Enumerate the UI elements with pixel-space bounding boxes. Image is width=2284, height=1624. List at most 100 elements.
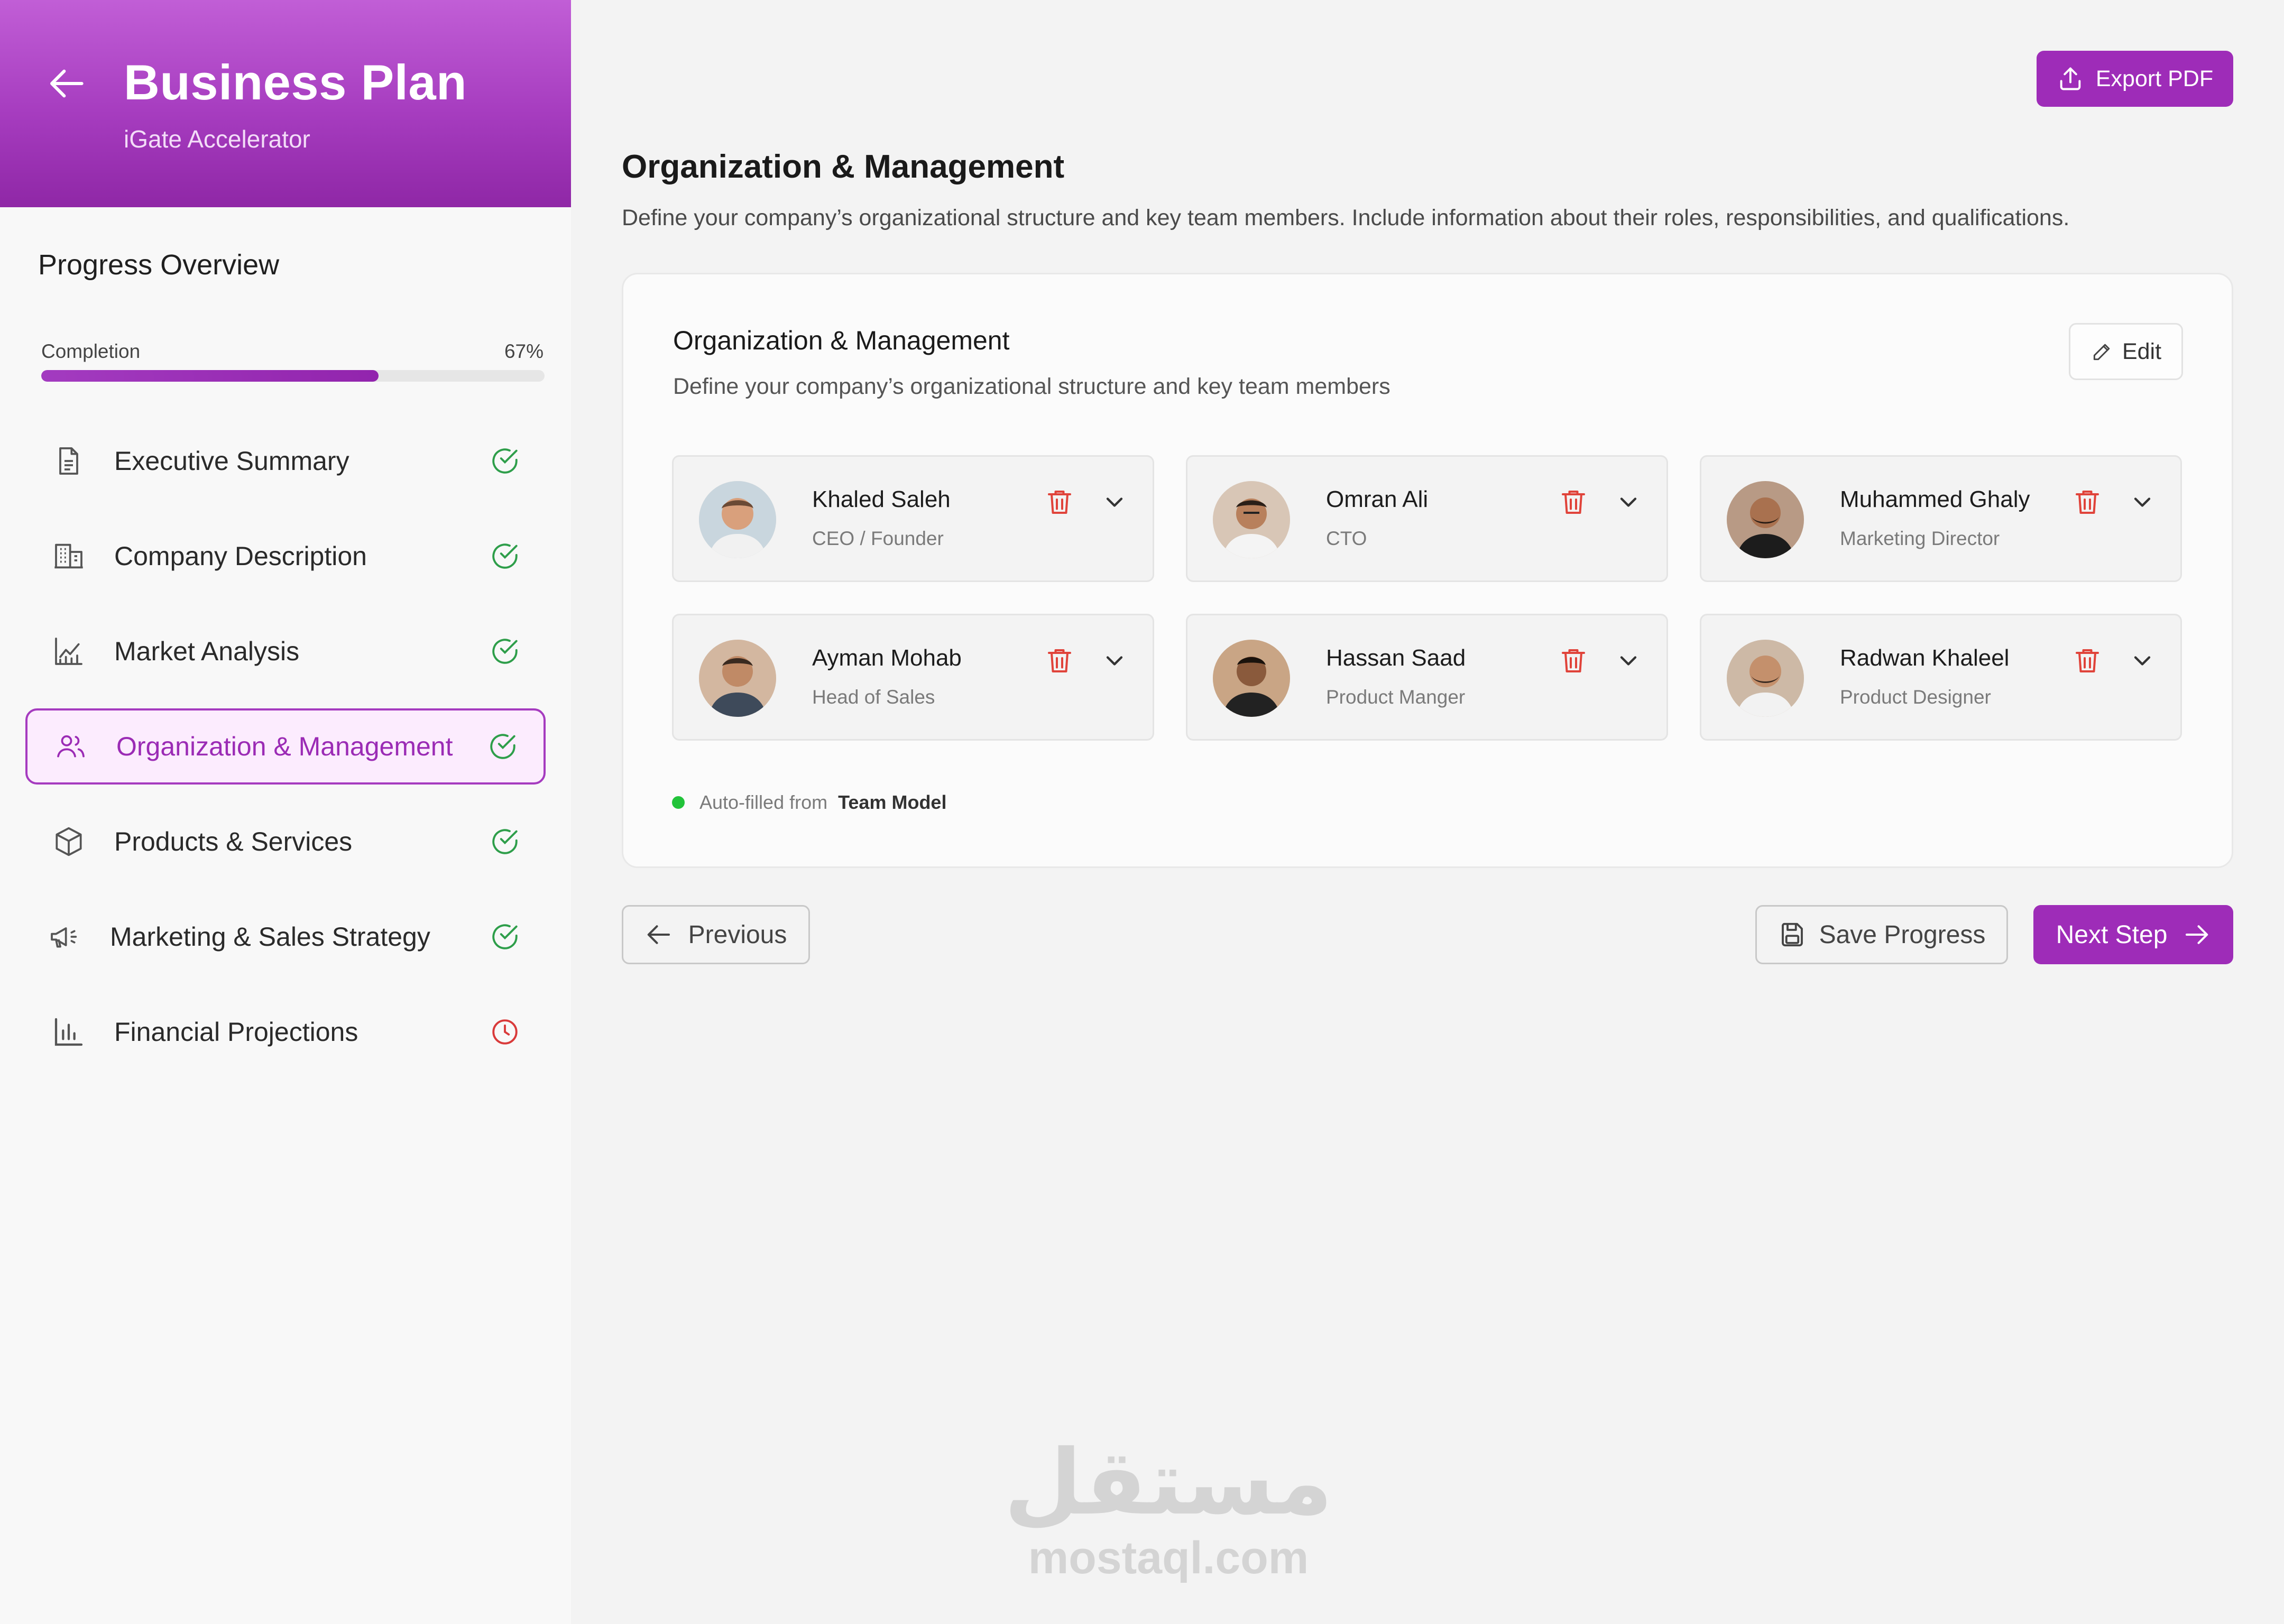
member-name: Hassan Saad (1326, 645, 1466, 671)
arrow-right-icon (2186, 925, 2208, 944)
organization-card: Organization & Management Define your co… (622, 273, 2233, 868)
completion-progress-fill (41, 370, 379, 382)
chevron-down-icon[interactable] (1615, 647, 1642, 675)
member-role: CTO (1326, 528, 1367, 549)
check-circle-icon (490, 734, 515, 759)
arrow-left-icon (647, 925, 670, 944)
avatar-photo-icon (1727, 640, 1804, 717)
sidebar-item-label: Products & Services (114, 827, 353, 856)
save-progress-label: Save Progress (1819, 920, 1986, 949)
chart-trend-icon (55, 638, 82, 665)
auto-filled-note: Auto-filled from Team Model (672, 791, 946, 814)
chevron-down-icon[interactable] (2129, 488, 2156, 516)
building-icon (54, 543, 83, 569)
team-member-card[interactable]: Ayman Mohab Head of Sales (672, 614, 1154, 741)
watermark: مستقل mostaql.com (983, 1438, 1353, 1607)
megaphone-icon (51, 927, 77, 948)
clock-icon (492, 1019, 518, 1045)
trash-icon[interactable] (1558, 485, 1589, 519)
status-dot (672, 796, 685, 809)
trash-icon[interactable] (1044, 485, 1075, 519)
avatar-photo-icon (1213, 481, 1290, 558)
pencil-icon (2093, 344, 2110, 361)
sidebar-item-label: Financial Projections (114, 1017, 358, 1047)
bar-chart-icon (54, 1018, 83, 1046)
team-member-card[interactable]: Hassan Saad Product Manger (1186, 614, 1668, 741)
next-step-label: Next Step (2056, 920, 2168, 949)
completion-progress-bar (41, 370, 545, 382)
page-title: Organization & Management (622, 149, 1065, 185)
member-name: Ayman Mohab (812, 645, 962, 671)
member-role: Product Designer (1840, 686, 1991, 708)
avatar (1727, 640, 1804, 717)
export-pdf-label: Export PDF (2095, 66, 2214, 91)
box-icon (56, 827, 82, 856)
sidebar-item-executive-summary[interactable]: Executive Summary (25, 423, 546, 499)
sidebar-item-label: Company Description (114, 541, 367, 571)
edit-button[interactable]: Edit (2069, 323, 2183, 380)
check-circle-icon (492, 829, 518, 854)
edit-label: Edit (2122, 338, 2162, 364)
team-member-card[interactable]: Omran Ali CTO (1186, 455, 1668, 582)
back-arrow-icon[interactable] (47, 62, 89, 105)
trash-icon[interactable] (1044, 644, 1075, 678)
sidebar-header: Business Plan iGate Accelerator (0, 0, 571, 207)
avatar (699, 640, 776, 717)
trash-icon[interactable] (2071, 485, 2103, 519)
sidebar-item-market-analysis[interactable]: Market Analysis (25, 613, 546, 689)
trash-icon[interactable] (1558, 644, 1589, 678)
member-name: Omran Ali (1326, 486, 1429, 512)
sidebar-item-label: Market Analysis (114, 636, 300, 666)
member-name: Muhammed Ghaly (1840, 486, 2030, 512)
export-pdf-button[interactable]: Export PDF (2037, 51, 2233, 107)
sidebar-item-organization-management[interactable]: Organization & Management (25, 708, 546, 785)
card-title: Organization & Management (673, 326, 1010, 355)
trash-icon[interactable] (2071, 644, 2103, 678)
section-nav: Executive Summary Company Description Ma… (25, 423, 546, 1089)
chevron-down-icon[interactable] (2129, 647, 2156, 675)
member-role: Head of Sales (812, 686, 935, 708)
upload-icon (2060, 67, 2081, 90)
member-name: Radwan Khaleel (1840, 645, 2010, 671)
member-role: CEO / Founder (812, 528, 944, 549)
avatar-photo-icon (699, 481, 776, 558)
page-description: Define your company’s organizational str… (622, 205, 2070, 230)
avatar (1213, 481, 1290, 558)
check-circle-icon (492, 448, 518, 474)
users-icon (57, 735, 85, 758)
watermark-arabic: مستقل (1004, 1431, 1333, 1535)
sidebar-item-financial-projections[interactable]: Financial Projections (25, 994, 546, 1070)
sidebar-item-products-services[interactable]: Products & Services (25, 804, 546, 880)
avatar-photo-icon (1213, 640, 1290, 717)
sidebar: Business Plan iGate Accelerator Progress… (0, 0, 571, 1624)
avatar (699, 481, 776, 558)
avatar (1213, 640, 1290, 717)
app-title: Business Plan (124, 54, 467, 110)
completion-label: Completion (41, 340, 141, 362)
team-member-card[interactable]: Radwan Khaleel Product Designer (1700, 614, 2182, 741)
team-member-card[interactable]: Khaled Saleh CEO / Founder (672, 455, 1154, 582)
check-circle-icon (492, 639, 518, 664)
app-subtitle: iGate Accelerator (124, 125, 310, 153)
watermark-latin: mostaql.com (1028, 1533, 1309, 1583)
card-description: Define your company’s organizational str… (673, 374, 1390, 399)
sidebar-item-marketing-sales[interactable]: Marketing & Sales Strategy (25, 899, 546, 975)
avatar (1727, 481, 1804, 558)
previous-button[interactable]: Previous (622, 905, 810, 964)
sidebar-item-label: Marketing & Sales Strategy (110, 922, 430, 952)
next-step-button[interactable]: Next Step (2033, 905, 2233, 964)
auto-filled-source-link[interactable]: Team Model (838, 791, 946, 814)
chevron-down-icon[interactable] (1101, 488, 1128, 516)
sidebar-item-company-description[interactable]: Company Description (25, 518, 546, 594)
check-circle-icon (492, 924, 518, 949)
chevron-down-icon[interactable] (1615, 488, 1642, 516)
sidebar-item-label: Organization & Management (116, 732, 453, 761)
chevron-down-icon[interactable] (1101, 647, 1128, 675)
avatar-photo-icon (1727, 481, 1804, 558)
completion-value: 67% (504, 340, 544, 362)
sidebar-item-label: Executive Summary (114, 446, 349, 476)
check-circle-icon (492, 543, 518, 569)
member-name: Khaled Saleh (812, 486, 951, 512)
team-member-card[interactable]: Muhammed Ghaly Marketing Director (1700, 455, 2182, 582)
save-progress-button[interactable]: Save Progress (1755, 905, 2008, 964)
